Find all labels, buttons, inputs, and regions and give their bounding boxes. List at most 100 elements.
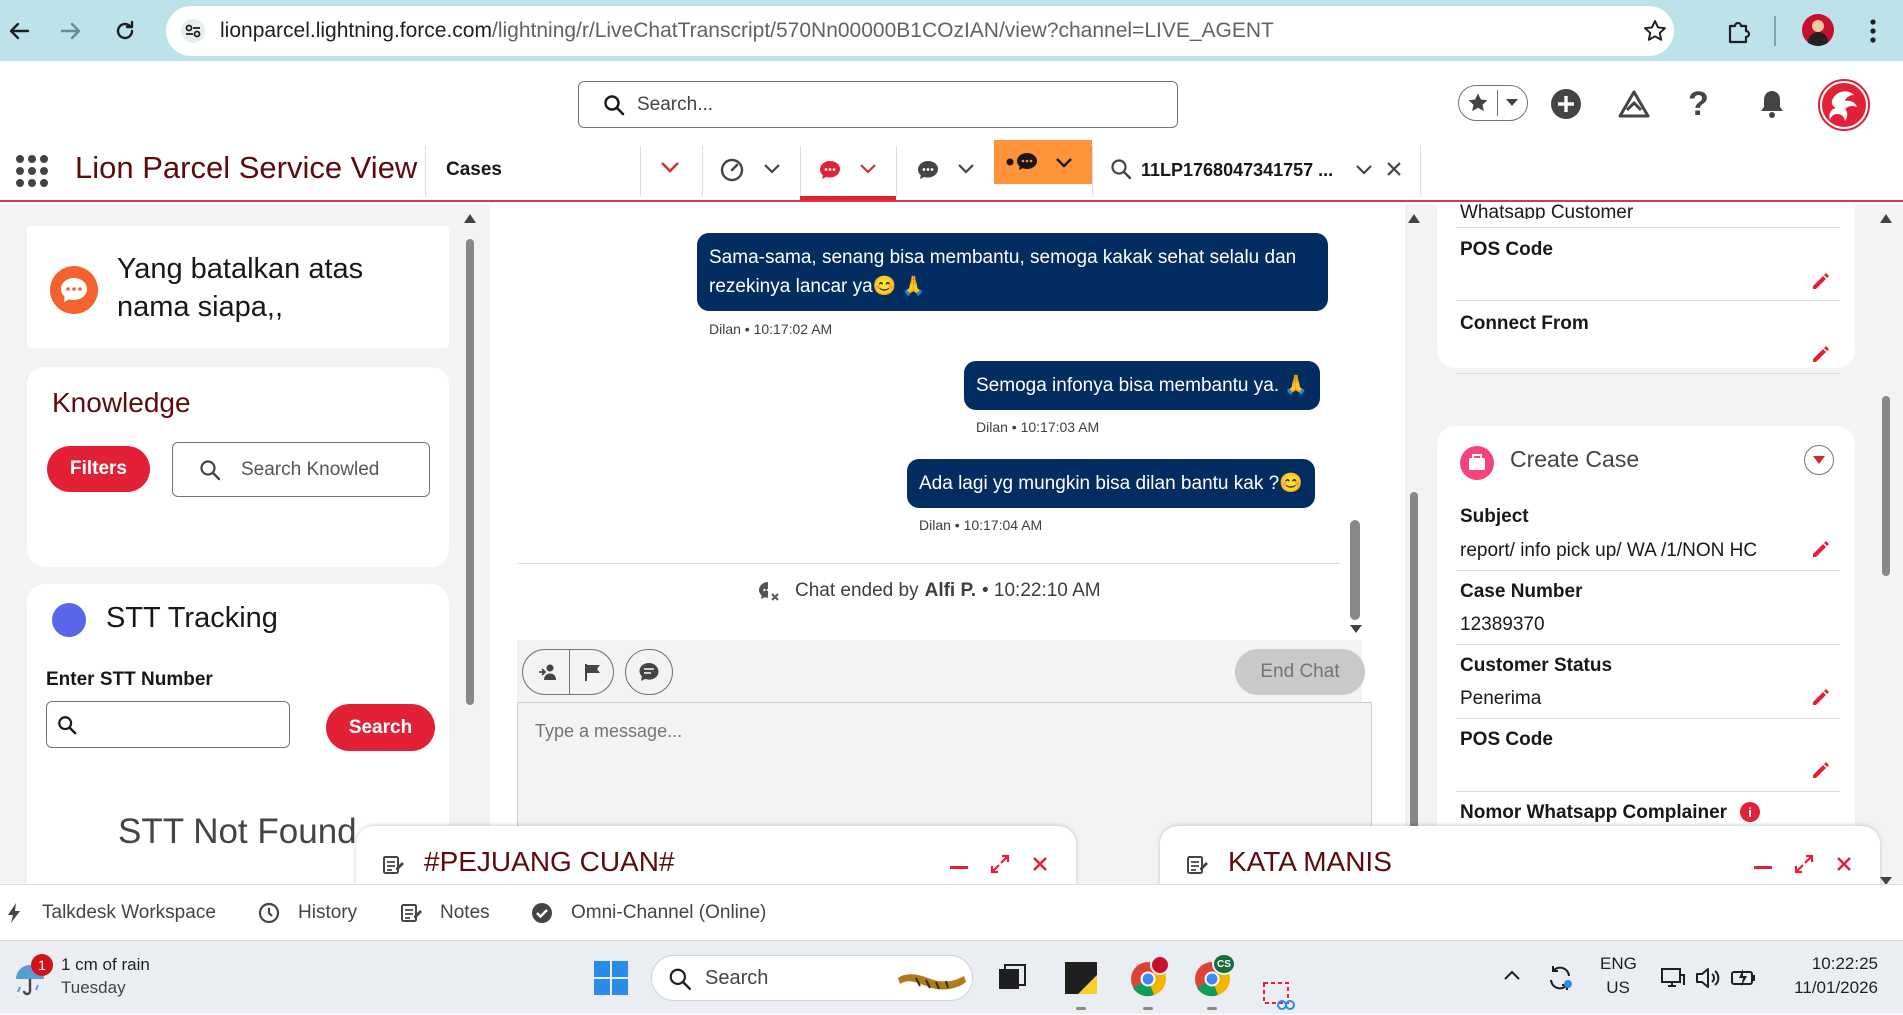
tab-active-chat[interactable] [800,140,896,200]
browser-menu-icon[interactable] [1856,14,1890,48]
field-divider [1456,718,1840,719]
transfer-icon[interactable] [538,662,558,682]
knowledge-search-placeholder: Search Knowled [241,458,380,480]
whatsapp-details-card: Whatsapp Customer [1437,204,1855,368]
tab-highlighted-chat[interactable] [994,140,1092,184]
chrome-cs-icon[interactable]: CS [1194,953,1236,1010]
forward-icon[interactable] [54,14,88,48]
create-case-dropdown-icon[interactable] [1804,445,1834,475]
chat-divider [517,563,1340,564]
left-scrollbar[interactable] [463,212,477,882]
site-info-icon[interactable] [180,18,206,44]
tab-chevron-icon[interactable] [764,164,780,174]
global-actions-icon[interactable] [1550,88,1582,120]
url-text: lionparcel.lightning.force.com/lightning… [220,19,1274,43]
tab-chevron-icon[interactable] [860,164,876,174]
close-icon[interactable] [1032,856,1048,872]
volume-icon[interactable] [1694,965,1720,991]
chat-scroll-down-icon[interactable] [1349,624,1363,634]
filters-button[interactable]: Filters [47,446,150,492]
middle-scrollbar[interactable] [1407,212,1421,882]
expand-icon[interactable] [1794,854,1814,874]
utility-talkdesk[interactable]: Talkdesk Workspace [6,902,216,924]
reload-icon[interactable] [108,14,142,48]
tab-speedometer-icon[interactable] [720,158,744,182]
tab-chevron-icon[interactable] [958,164,974,174]
chrome-icon[interactable] [1130,955,1170,1010]
network-icon[interactable] [1660,965,1686,991]
sync-icon[interactable] [1545,963,1575,993]
extensions-icon[interactable] [1722,14,1756,48]
address-bar[interactable]: lionparcel.lightning.force.com/lightning… [166,6,1674,56]
stt-title: STT Tracking [106,602,278,634]
stt-search-button[interactable]: Search [326,704,435,751]
utility-history[interactable]: History [258,902,357,924]
url-host: lionparcel.lightning.force.com [220,19,492,42]
cropped-meta [544,204,674,210]
close-icon[interactable] [1836,856,1852,872]
show-hidden-icons-chevron[interactable] [1503,969,1521,981]
nav-divider [425,146,426,196]
check-circle-icon [532,903,552,923]
stt-number-input[interactable] [46,701,290,748]
notes-icon [401,904,422,922]
minimize-icon[interactable] [1754,866,1772,869]
nav-menu-chevron-icon[interactable] [660,160,680,174]
edit-pencil-icon[interactable] [1810,686,1832,708]
edit-pencil-icon[interactable] [1810,759,1832,781]
back-icon[interactable] [2,14,36,48]
utility-omni-channel[interactable]: Omni-Channel (Online) [531,902,766,924]
flag-icon[interactable] [583,662,603,682]
chat-scrollbar-thumb[interactable] [1350,520,1360,620]
app-navigation-bar: Lion Parcel Service View Cases 11LP17680… [0,140,1903,202]
tab-chevron-icon[interactable] [1056,158,1072,168]
utility-notes[interactable]: Notes [400,902,490,924]
close-tab-icon[interactable] [1386,161,1402,177]
chat-bubble-gray-icon[interactable] [916,158,940,182]
middle-scrollbar-thumb[interactable] [1410,492,1418,882]
expand-icon[interactable] [990,854,1010,874]
global-search-input[interactable]: Search... [578,81,1178,128]
required-info-icon[interactable]: i [1740,802,1760,822]
profile-avatar[interactable] [1802,14,1834,46]
record-tab-label[interactable]: 11LP1768047341757 ... [1141,160,1333,181]
docked-popup-pejuang-cuan[interactable]: #PEJUANG CUAN# [356,826,1076,884]
sticky-notes-icon[interactable] [1064,961,1098,1010]
nav-cases-tab[interactable]: Cases [446,159,502,181]
record-tab-chevron-icon[interactable] [1356,165,1372,175]
snipping-tool-icon[interactable] [1262,981,1296,1015]
toolbar-divider [1774,16,1776,46]
subject-value: report/ info pick up/ WA /1/NON HC [1460,540,1758,561]
trailhead-icon[interactable] [1618,90,1650,120]
edit-pencil-icon[interactable] [1810,270,1832,292]
chat-action-group [522,649,614,695]
notifications-bell-icon[interactable] [1758,89,1786,119]
knowledge-search-input[interactable]: Search Knowled [172,442,430,497]
docked-popup-kata-manis[interactable]: KATA MANIS [1160,826,1880,884]
app-launcher-icon[interactable] [15,154,49,188]
battery-icon[interactable] [1730,965,1758,991]
pos-code-label: POS Code [1460,239,1553,260]
favorites-caret-icon[interactable] [1505,98,1519,108]
quick-text-button[interactable] [625,649,673,695]
right-scrollbar[interactable] [1879,212,1893,884]
bookmark-star-icon[interactable] [1642,18,1668,44]
weather-text[interactable]: 1 cm of rain [61,955,150,975]
chat-ended-agent: Alfi P. [924,580,976,601]
chrome-cs-badge: CS [1212,953,1236,975]
windows-start-icon[interactable] [594,961,628,995]
right-scrollbar-thumb[interactable] [1882,396,1890,576]
language-indicator[interactable]: ENG [1600,954,1637,974]
clock-time[interactable]: 10:22:25 [1780,954,1878,974]
edit-pencil-icon[interactable] [1810,343,1832,365]
quote-text: Yang batalkan atas nama siapa,, [117,253,364,323]
edit-pencil-icon[interactable] [1810,538,1832,560]
user-avatar[interactable] [1818,79,1870,131]
help-icon[interactable]: ? [1688,85,1709,124]
minimize-icon[interactable] [950,866,968,869]
left-scrollbar-thumb[interactable] [466,239,474,705]
end-chat-button[interactable]: End Chat [1235,649,1365,695]
favorites-button[interactable] [1458,85,1528,121]
task-view-icon[interactable] [997,963,1027,993]
taskbar-search-box[interactable]: Search [651,955,973,1001]
